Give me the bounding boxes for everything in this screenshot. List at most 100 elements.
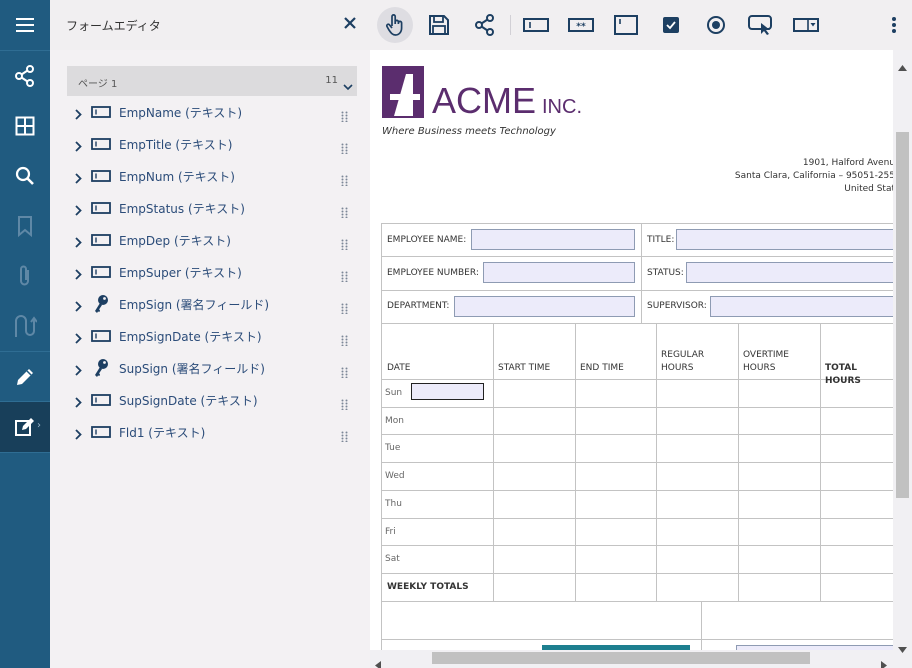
day-label: Sat bbox=[385, 554, 400, 564]
field-item[interactable]: EmpDep (テキスト) bbox=[67, 224, 357, 256]
day-label: Sun bbox=[385, 388, 403, 398]
drag-handle-icon[interactable] bbox=[341, 427, 348, 446]
start-time-header: START TIME bbox=[498, 363, 551, 373]
address-line-2: Santa Clara, California – 95051-255 bbox=[734, 171, 893, 181]
address-line-1: 1901, Halford Avenu bbox=[802, 158, 893, 168]
vertical-scrollbar[interactable] bbox=[893, 50, 912, 653]
close-icon[interactable] bbox=[342, 15, 358, 31]
share-icon[interactable] bbox=[467, 7, 503, 43]
vertical-scroll-thumb[interactable] bbox=[896, 132, 909, 498]
field-item-label: EmpSuper (テキスト) bbox=[119, 266, 242, 280]
chevron-right-icon[interactable] bbox=[75, 201, 82, 220]
field-item[interactable]: EmpSignDate (テキスト) bbox=[67, 320, 357, 352]
emp-status-field[interactable] bbox=[686, 262, 893, 283]
scroll-down-icon[interactable] bbox=[898, 638, 907, 657]
drag-handle-icon[interactable] bbox=[341, 139, 348, 158]
emp-dep-field[interactable] bbox=[454, 296, 635, 317]
menu-icon[interactable] bbox=[0, 0, 50, 50]
drag-handle-icon[interactable] bbox=[341, 363, 348, 382]
chevron-right-icon[interactable] bbox=[75, 297, 82, 316]
employee-name-label: EMPLOYEE NAME: bbox=[387, 235, 467, 245]
chevron-right-icon[interactable] bbox=[75, 361, 82, 380]
horizontal-scroll-thumb[interactable] bbox=[432, 652, 810, 664]
regular-hours-header-line1: REGULAR bbox=[661, 350, 705, 360]
emp-name-field[interactable] bbox=[471, 229, 635, 250]
field-item-label: EmpTitle (テキスト) bbox=[119, 138, 233, 152]
total-hours-header: TOTAL HOURS bbox=[825, 363, 861, 386]
text-field-icon bbox=[91, 263, 111, 281]
text-field-icon bbox=[91, 327, 111, 345]
radio-button-tool-icon[interactable] bbox=[698, 7, 734, 43]
drag-handle-icon[interactable] bbox=[341, 203, 348, 222]
day-label: Tue bbox=[385, 443, 401, 453]
drag-handle-icon[interactable] bbox=[341, 267, 348, 286]
checkbox-tool-icon[interactable] bbox=[653, 7, 689, 43]
text-field-icon bbox=[91, 423, 111, 441]
logo-suffix: INC. bbox=[542, 96, 582, 118]
day-rows: Sun Mon Tue Wed Thu Fri Sat bbox=[381, 379, 493, 574]
field-item[interactable]: EmpName (テキスト) bbox=[67, 96, 357, 128]
field-item[interactable]: SupSign (署名フィールド) bbox=[67, 352, 357, 384]
drag-handle-icon[interactable] bbox=[341, 107, 348, 126]
chevron-right-icon[interactable] bbox=[75, 137, 82, 156]
drag-handle-icon[interactable] bbox=[341, 171, 348, 190]
textarea-tool-icon[interactable] bbox=[608, 7, 644, 43]
drag-handle-icon[interactable] bbox=[341, 395, 348, 414]
overtime-hours-header-line2: HOURS bbox=[743, 363, 776, 373]
drag-handle-icon[interactable] bbox=[341, 299, 348, 318]
scroll-left-icon[interactable] bbox=[375, 655, 381, 668]
scroll-up-icon[interactable] bbox=[898, 56, 907, 75]
chevron-right-icon[interactable] bbox=[75, 105, 82, 124]
chevron-down-icon[interactable] bbox=[343, 76, 353, 95]
drag-handle-icon[interactable] bbox=[341, 235, 348, 254]
field-item[interactable]: Fld1 (テキスト) bbox=[67, 416, 357, 448]
sun-date-field[interactable] bbox=[411, 383, 484, 400]
form-editor-app: › フォームエディタ ** ページ 1 11 EmpName (テキスト) Em… bbox=[0, 0, 912, 668]
field-item[interactable]: EmpSign (署名フィールド) bbox=[67, 288, 357, 320]
field-item[interactable]: EmpTitle (テキスト) bbox=[67, 128, 357, 160]
save-icon[interactable] bbox=[421, 7, 457, 43]
text-field-icon bbox=[91, 103, 111, 121]
drag-handle-icon[interactable] bbox=[341, 331, 348, 350]
field-item[interactable]: EmpStatus (テキスト) bbox=[67, 192, 357, 224]
emp-super-field[interactable] bbox=[710, 296, 893, 317]
form-editor-icon[interactable]: › bbox=[0, 402, 50, 452]
bookmark-icon[interactable] bbox=[0, 201, 50, 251]
field-item-label: SupSignDate (テキスト) bbox=[119, 394, 258, 408]
chevron-right-icon[interactable] bbox=[75, 169, 82, 188]
chevron-right-icon: › bbox=[37, 420, 41, 431]
emp-title-field[interactable] bbox=[676, 229, 893, 250]
signature-icon[interactable] bbox=[0, 301, 50, 351]
chevron-right-icon[interactable] bbox=[75, 233, 82, 252]
share-icon[interactable] bbox=[0, 51, 50, 101]
scroll-right-icon[interactable] bbox=[881, 655, 887, 668]
field-item-label: EmpNum (テキスト) bbox=[119, 170, 235, 184]
emp-num-field[interactable] bbox=[483, 262, 635, 283]
signature-key-icon bbox=[91, 295, 111, 313]
attachment-icon[interactable] bbox=[0, 251, 50, 301]
chevron-right-icon[interactable] bbox=[75, 329, 82, 348]
chevron-right-icon[interactable] bbox=[75, 425, 82, 444]
pointer-hand-icon[interactable] bbox=[377, 7, 413, 43]
chevron-right-icon[interactable] bbox=[75, 265, 82, 284]
field-item[interactable]: EmpSuper (テキスト) bbox=[67, 256, 357, 288]
search-icon[interactable] bbox=[0, 151, 50, 201]
chevron-right-icon[interactable] bbox=[75, 393, 82, 412]
push-button-tool-icon[interactable] bbox=[743, 7, 779, 43]
field-item-label: EmpSignDate (テキスト) bbox=[119, 330, 262, 344]
title-label: TITLE: bbox=[647, 235, 675, 245]
page-label: ページ 1 bbox=[78, 79, 118, 90]
tagline: Where Business meets Technology bbox=[382, 126, 556, 137]
field-item[interactable]: EmpNum (テキスト) bbox=[67, 160, 357, 192]
field-item[interactable]: SupSignDate (テキスト) bbox=[67, 384, 357, 416]
horizontal-scrollbar[interactable] bbox=[370, 650, 893, 668]
thumbnails-icon[interactable] bbox=[0, 101, 50, 151]
text-field-tool-icon[interactable] bbox=[518, 7, 554, 43]
svg-text:**: ** bbox=[576, 22, 586, 32]
password-field-tool-icon[interactable]: ** bbox=[563, 7, 599, 43]
annotation-edit-icon[interactable] bbox=[0, 352, 50, 402]
regular-hours-header-line2: HOURS bbox=[661, 363, 694, 373]
combobox-tool-icon[interactable] bbox=[788, 7, 824, 43]
more-vertical-icon[interactable] bbox=[876, 7, 912, 43]
page-group-header[interactable]: ページ 1 11 bbox=[67, 66, 357, 96]
